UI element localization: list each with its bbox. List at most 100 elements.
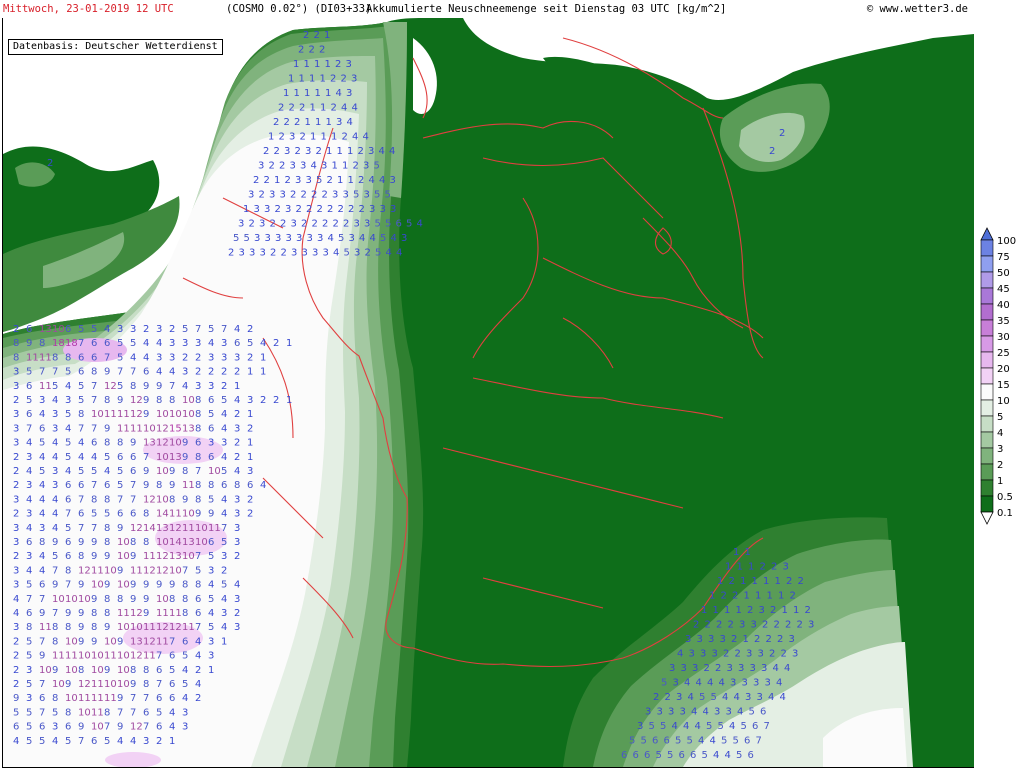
snow-value: 5 xyxy=(344,248,350,259)
snow-value: 4 xyxy=(729,721,735,732)
snow-value: 4 xyxy=(234,395,240,406)
snow-value: 2 xyxy=(316,146,322,157)
snow-value: 2 xyxy=(156,736,162,747)
snow-value: 5 xyxy=(26,736,32,747)
snow-value: 5 xyxy=(629,736,635,747)
snow-value: 3 xyxy=(13,381,19,392)
snow-value: 5 xyxy=(244,233,250,244)
snow-value: 10 xyxy=(182,551,195,562)
snow-value: 1 xyxy=(331,132,337,143)
snow-value: 4 xyxy=(417,219,423,230)
snow-value: 6 xyxy=(652,736,658,747)
snow-value: 9 xyxy=(26,338,32,349)
snow-value: 3 xyxy=(726,707,732,718)
snow-value: 4 xyxy=(234,466,240,477)
snow-value: 7 xyxy=(78,523,84,534)
snow-value: 6 xyxy=(633,750,639,761)
snow-value: 5 xyxy=(26,580,32,591)
snow-value: 10 xyxy=(117,580,130,591)
snow-value: 5 xyxy=(65,367,71,378)
snow-value: 1 xyxy=(293,59,299,70)
snow-value: 5 xyxy=(247,338,253,349)
snow-value: 13 xyxy=(39,324,52,335)
snow-value: 10 xyxy=(104,565,117,576)
snow-value: 8 xyxy=(143,679,149,690)
snow-value: 4 xyxy=(691,707,697,718)
snow-value: 2 xyxy=(777,634,783,645)
snow-value: 3 xyxy=(291,248,297,259)
snow-value: 5 xyxy=(375,248,381,259)
snow-value: 10 xyxy=(65,693,78,704)
snow-value: 7 xyxy=(143,722,149,733)
snow-value: 8 xyxy=(130,537,136,548)
snow-value: 5 xyxy=(711,692,717,703)
snow-value: 4 xyxy=(221,409,227,420)
snow-value: 9 xyxy=(195,509,201,520)
snow-value: 13 xyxy=(143,438,156,449)
snow-value: 4 xyxy=(65,423,71,434)
snow-value: 4 xyxy=(143,352,149,363)
snow-value: 4 xyxy=(698,736,704,747)
snow-value: 7 xyxy=(156,651,162,662)
snow-value: 5 xyxy=(78,324,84,335)
snow-value: 7 xyxy=(143,693,149,704)
snow-value: 2 xyxy=(317,204,323,215)
snow-value: 12 xyxy=(156,565,169,576)
snow-value: 5 xyxy=(117,338,123,349)
snow-value: 3 xyxy=(306,175,312,186)
snow-value: 1 xyxy=(247,438,253,449)
snow-value: 2 xyxy=(653,692,659,703)
snow-value: 4 xyxy=(370,233,376,244)
snow-value: 10 xyxy=(52,679,65,690)
snow-value: 2 xyxy=(723,649,729,660)
snow-value: 7 xyxy=(117,707,123,718)
snow-value: 11 xyxy=(104,409,117,420)
snow-value: 5 xyxy=(91,324,97,335)
snow-value: 4 xyxy=(52,494,58,505)
snow-value: 1 xyxy=(310,103,316,114)
snow-value: 3 xyxy=(336,117,342,128)
snow-value: 4 xyxy=(780,692,786,703)
snow-value: 1 xyxy=(743,634,749,645)
snow-value: 2 xyxy=(182,352,188,363)
snow-value: 9 xyxy=(143,409,149,420)
snow-value: 9 xyxy=(169,480,175,491)
snow-value: 3 xyxy=(759,605,765,616)
snow-value: 6 xyxy=(664,736,670,747)
snow-value: 3 xyxy=(265,233,271,244)
snow-value: 6 xyxy=(26,381,32,392)
snow-value: 3 xyxy=(346,88,352,99)
snow-value: 4 xyxy=(386,248,392,259)
snow-value: 18 xyxy=(65,338,78,349)
snow-value: 6 xyxy=(78,367,84,378)
snow-value: 3 xyxy=(39,395,45,406)
snow-value: 3 xyxy=(13,537,19,548)
snow-value: 3 xyxy=(285,204,291,215)
snow-value: 3 xyxy=(364,190,370,201)
snow-value: 2 xyxy=(327,204,333,215)
snow-value: 4 xyxy=(352,103,358,114)
data-source-label: Datenbasis: Deutscher Wetterdienst xyxy=(8,39,223,55)
snow-value: 3 xyxy=(26,509,32,520)
legend-label: 1 xyxy=(997,476,1003,487)
snow-value: 9 xyxy=(52,665,58,676)
snow-value: 1 xyxy=(752,576,758,587)
snow-value: 3 xyxy=(13,565,19,576)
snow-value: 4 xyxy=(26,494,32,505)
snow-value: 4 xyxy=(336,88,342,99)
snow-value: 5 xyxy=(208,594,214,605)
snow-value: 7 xyxy=(78,423,84,434)
snow-value: 5 xyxy=(649,721,655,732)
snow-value: 3 xyxy=(296,233,302,244)
snow-value: 7 xyxy=(104,722,110,733)
snow-value: 6 xyxy=(65,722,71,733)
snow-value: 5 xyxy=(182,679,188,690)
snow-value: 2 xyxy=(13,324,19,335)
snow-value: 5 xyxy=(656,750,662,761)
snow-value: 4 xyxy=(260,338,266,349)
snow-value: 6 xyxy=(644,750,650,761)
snow-value: 6 xyxy=(744,736,750,747)
snow-value: 8 xyxy=(13,338,19,349)
snow-value: 11 xyxy=(117,608,130,619)
snow-value: 8 xyxy=(182,580,188,591)
